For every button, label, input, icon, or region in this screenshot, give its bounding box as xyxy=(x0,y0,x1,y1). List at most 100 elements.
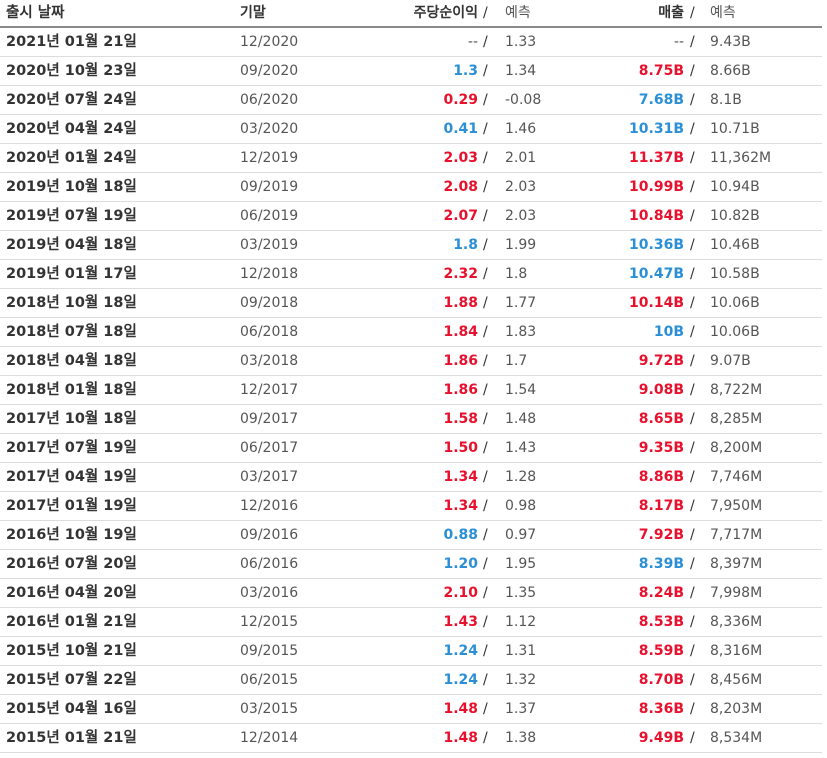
eps-forecast: 2.03 xyxy=(505,179,537,195)
period-end: 12/2016 xyxy=(240,498,299,514)
release-date: 2016년 10월 19일 xyxy=(6,527,137,543)
eps-actual: 1.50 xyxy=(443,440,478,456)
revenue-actual: 10.84B xyxy=(629,208,684,224)
table-row: 2019년 10월 18일 09/2019 2.08 / 2.03 10.99B / 10.9… xyxy=(0,173,822,202)
release-date: 2021년 01월 21일 xyxy=(6,34,137,50)
separator-slash: / xyxy=(483,266,488,282)
eps-forecast: 1.46 xyxy=(505,121,537,137)
separator-slash: / xyxy=(690,237,695,253)
release-date: 2018년 04월 18일 xyxy=(6,353,137,369)
separator-slash: / xyxy=(690,411,695,427)
eps-actual: -- xyxy=(467,34,478,50)
separator-slash: / xyxy=(690,527,695,543)
eps-actual: 0.88 xyxy=(443,527,478,543)
release-date: 2018년 01월 18일 xyxy=(6,382,137,398)
release-date: 2020년 01월 24일 xyxy=(6,150,137,166)
release-date: 2019년 10월 18일 xyxy=(6,179,137,195)
separator-slash: / xyxy=(690,179,695,195)
table-row: 2018년 07월 18일 06/2018 1.84 / 1.83 10B / 10.06B xyxy=(0,318,822,347)
separator-slash: / xyxy=(690,643,695,659)
revenue-actual: 10.99B xyxy=(629,179,684,195)
table-row: 2019년 07월 19일 06/2019 2.07 / 2.03 10.84B / 10.8… xyxy=(0,202,822,231)
eps-forecast: 1.7 xyxy=(505,353,528,369)
release-date: 2015년 04월 16일 xyxy=(6,701,137,717)
revenue-forecast: 8,397M xyxy=(710,556,763,572)
separator-slash: / xyxy=(483,34,488,50)
separator-slash: / xyxy=(483,382,488,398)
table-header: 출시 날짜 기말 주당순이익 / 예측 매출 / 예측 xyxy=(0,0,822,28)
revenue-forecast: 8,203M xyxy=(710,701,763,717)
table-row: 2020년 01월 24일 12/2019 2.03 / 2.01 11.37B / 11,3… xyxy=(0,144,822,173)
eps-actual: 1.20 xyxy=(443,556,478,572)
header-revenue-forecast[interactable]: 예측 xyxy=(710,0,736,26)
period-end: 06/2018 xyxy=(240,324,299,340)
table-row: 2016년 01월 21일 12/2015 1.43 / 1.12 8.53B / 8,336… xyxy=(0,608,822,637)
separator-slash: / xyxy=(690,585,695,601)
period-end: 09/2018 xyxy=(240,295,299,311)
release-date: 2016년 04월 20일 xyxy=(6,585,137,601)
period-end: 12/2019 xyxy=(240,150,299,166)
release-date: 2017년 01월 19일 xyxy=(6,498,137,514)
revenue-actual: 10.31B xyxy=(629,121,684,137)
revenue-forecast: 10.06B xyxy=(710,295,760,311)
revenue-actual: 8.36B xyxy=(638,701,684,717)
revenue-forecast: 8,285M xyxy=(710,411,763,427)
eps-forecast: 1.34 xyxy=(505,63,537,79)
separator-slash: / xyxy=(690,295,695,311)
header-revenue[interactable]: 매출 xyxy=(658,0,684,26)
eps-actual: 2.32 xyxy=(443,266,478,282)
header-period-end[interactable]: 기말 xyxy=(240,0,266,26)
eps-forecast: 1.38 xyxy=(505,730,537,746)
table-row: 2020년 10월 23일 09/2020 1.3 / 1.34 8.75B / 8.66B xyxy=(0,57,822,86)
table-body: 2021년 01월 21일 12/2020 -- / 1.33 -- / 9.43B 2020년… xyxy=(0,28,822,753)
eps-actual: 1.8 xyxy=(453,237,478,253)
eps-forecast: 1.99 xyxy=(505,237,537,253)
revenue-actual: 8.75B xyxy=(638,63,684,79)
eps-actual: 0.41 xyxy=(443,121,478,137)
period-end: 06/2019 xyxy=(240,208,299,224)
eps-actual: 1.86 xyxy=(443,382,478,398)
table-row: 2018년 04월 18일 03/2018 1.86 / 1.7 9.72B / 9.07B xyxy=(0,347,822,376)
release-date: 2017년 10월 18일 xyxy=(6,411,137,427)
eps-actual: 1.43 xyxy=(443,614,478,630)
period-end: 12/2018 xyxy=(240,266,299,282)
release-date: 2016년 01월 21일 xyxy=(6,614,137,630)
release-date: 2020년 04월 24일 xyxy=(6,121,137,137)
revenue-forecast: 10.94B xyxy=(710,179,760,195)
header-eps-forecast[interactable]: 예측 xyxy=(505,0,531,26)
revenue-actual: 10.36B xyxy=(629,237,684,253)
eps-actual: 2.08 xyxy=(443,179,478,195)
table-row: 2015년 10월 21일 09/2015 1.24 / 1.31 8.59B / 8,316… xyxy=(0,637,822,666)
header-release-date[interactable]: 출시 날짜 xyxy=(6,0,64,26)
period-end: 06/2017 xyxy=(240,440,299,456)
eps-actual: 1.34 xyxy=(443,469,478,485)
separator-slash: / xyxy=(690,614,695,630)
separator-slash: / xyxy=(483,730,488,746)
period-end: 06/2015 xyxy=(240,672,299,688)
table-row: 2017년 04월 19일 03/2017 1.34 / 1.28 8.86B / 7,746… xyxy=(0,463,822,492)
release-date: 2016년 07월 20일 xyxy=(6,556,137,572)
period-end: 12/2020 xyxy=(240,34,299,50)
header-eps[interactable]: 주당순이익 xyxy=(414,0,478,26)
revenue-actual: -- xyxy=(673,34,684,50)
header-slash: / xyxy=(690,5,695,21)
revenue-forecast: 8.66B xyxy=(710,63,751,79)
table-row: 2019년 04월 18일 03/2019 1.8 / 1.99 10.36B / 10.46… xyxy=(0,231,822,260)
eps-forecast: 2.03 xyxy=(505,208,537,224)
revenue-forecast: 10.71B xyxy=(710,121,760,137)
eps-forecast: 1.28 xyxy=(505,469,537,485)
revenue-actual: 10.47B xyxy=(629,266,684,282)
period-end: 03/2019 xyxy=(240,237,299,253)
separator-slash: / xyxy=(483,411,488,427)
separator-slash: / xyxy=(690,63,695,79)
table-row: 2018년 10월 18일 09/2018 1.88 / 1.77 10.14B / 10.0… xyxy=(0,289,822,318)
eps-forecast: 1.54 xyxy=(505,382,537,398)
revenue-actual: 8.86B xyxy=(638,469,684,485)
revenue-actual: 11.37B xyxy=(629,150,684,166)
table-row: 2021년 01월 21일 12/2020 -- / 1.33 -- / 9.43B xyxy=(0,28,822,57)
separator-slash: / xyxy=(483,208,488,224)
table-row: 2020년 07월 24일 06/2020 0.29 / -0.08 7.68B / 8.1B xyxy=(0,86,822,115)
eps-forecast: 1.43 xyxy=(505,440,537,456)
eps-forecast: 1.48 xyxy=(505,411,537,427)
separator-slash: / xyxy=(483,324,488,340)
